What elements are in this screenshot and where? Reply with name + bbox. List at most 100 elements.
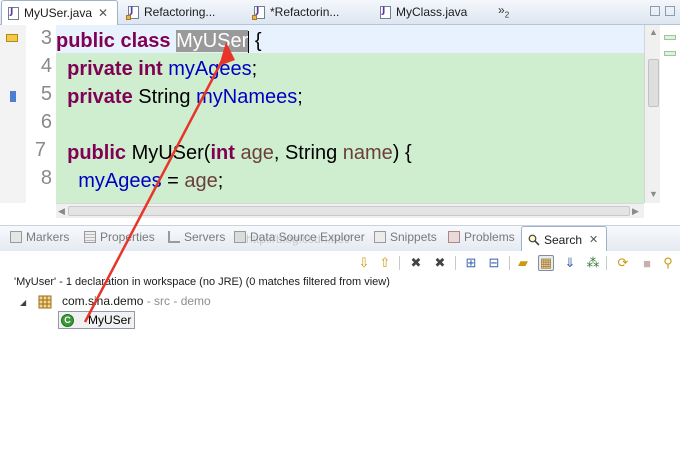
parameter-name: age bbox=[184, 170, 218, 192]
scroll-up-icon[interactable]: ▲ bbox=[649, 27, 658, 37]
code-text: ) { bbox=[392, 142, 412, 164]
editor-tab-refactoring-2[interactable]: *Refactorin... bbox=[248, 0, 368, 24]
parameter-name: age bbox=[240, 142, 274, 164]
current-position-icon bbox=[6, 34, 18, 42]
code-text: { bbox=[249, 30, 262, 52]
remove-all-button[interactable]: ✖ bbox=[432, 255, 448, 271]
toolbar-separator bbox=[455, 256, 456, 270]
properties-icon bbox=[84, 231, 96, 243]
scroll-down-icon[interactable]: ▼ bbox=[649, 189, 658, 199]
code-area[interactable]: public class MyUSer { private int myAgee… bbox=[56, 25, 644, 203]
editor-tab-bar: MyUSer.java ✕ Refactoring... *Refactorin… bbox=[0, 0, 680, 25]
editor-tab-label: MyUSer.java bbox=[24, 6, 93, 20]
occurrence-marker[interactable] bbox=[664, 35, 676, 40]
tab-label: Problems bbox=[464, 230, 515, 244]
remove-all-icon: ✖ bbox=[434, 255, 446, 270]
search-summary: 'MyUser' - 1 declaration in workspace (n… bbox=[14, 276, 390, 288]
remove-selected-button[interactable]: ✖ bbox=[408, 255, 424, 271]
editor-tab-label: *Refactorin... bbox=[270, 5, 340, 19]
package-node[interactable]: com.sina.demo - src - demo bbox=[62, 294, 211, 308]
tab-problems[interactable]: Problems bbox=[448, 230, 515, 244]
overview-ruler bbox=[660, 25, 680, 203]
java-file-icon bbox=[252, 5, 265, 20]
editor-tab-refactoring-1[interactable]: Refactoring... bbox=[122, 0, 242, 24]
search-toolbar: ⇩ ⇧ ✖ ✖ ⊞ ⊟ ▰ ▦ ⇓ ⁂ ⟳ ■ ⚲ bbox=[0, 251, 680, 275]
tree-grid-icon: ▦ bbox=[539, 255, 553, 270]
close-icon[interactable]: ✕ bbox=[589, 233, 598, 246]
line-number-ruler: 3 4 5 6 7 8 ⊖ bbox=[26, 25, 77, 203]
collapse-all-icon: ⊟ bbox=[488, 255, 500, 270]
expand-all-button[interactable]: ⊞ bbox=[463, 255, 479, 271]
cancel-search-button[interactable]: ■ bbox=[639, 255, 655, 271]
tab-label: Servers bbox=[184, 230, 226, 244]
package-icon bbox=[38, 295, 52, 309]
parameter-name: name bbox=[342, 142, 393, 164]
overflow-count: 2 bbox=[504, 10, 510, 20]
code-editor[interactable]: 3 4 5 6 7 8 ⊖ public class MyUSer { priv… bbox=[0, 25, 680, 218]
tree-expanded-icon[interactable]: ◢ bbox=[20, 298, 26, 307]
editor-tab-myclass[interactable]: MyClass.java bbox=[374, 0, 484, 24]
open-search-button[interactable]: ▰ bbox=[515, 255, 531, 271]
package-location: - src - demo bbox=[143, 294, 211, 308]
tab-snippets[interactable]: Snippets bbox=[374, 230, 437, 244]
line-number: 5 bbox=[40, 83, 52, 105]
toolbar-separator bbox=[606, 256, 607, 270]
sort-button[interactable]: ⇓ bbox=[562, 255, 578, 271]
tab-overflow-button[interactable]: »2 bbox=[498, 3, 509, 19]
remove-icon: ✖ bbox=[410, 255, 422, 270]
tab-markers[interactable]: Markers bbox=[10, 230, 69, 244]
type-name: String bbox=[138, 86, 191, 108]
code-text: , String bbox=[273, 142, 343, 164]
next-match-button[interactable]: ⇩ bbox=[356, 255, 372, 271]
toolbar-separator bbox=[509, 256, 510, 270]
tab-label: Markers bbox=[26, 230, 70, 244]
search-results-tree[interactable]: ◢ com.sina.demo - src - demo C MyUSer bbox=[0, 292, 680, 450]
maximize-button[interactable] bbox=[665, 6, 675, 16]
field-name: myAgees bbox=[168, 58, 252, 80]
collapse-all-button[interactable]: ⊟ bbox=[486, 255, 502, 271]
tab-label: Properties bbox=[100, 230, 155, 244]
constructor-name: MyUSer( bbox=[131, 142, 211, 164]
stop-icon: ■ bbox=[643, 255, 651, 271]
expand-all-icon: ⊞ bbox=[465, 255, 477, 270]
pin-view-button[interactable]: ⚲ bbox=[660, 255, 676, 271]
field-name: myAgees bbox=[78, 170, 162, 192]
show-as-tree-button[interactable]: ▦ bbox=[538, 255, 554, 271]
sort-icon: ⇓ bbox=[564, 255, 576, 270]
close-icon[interactable]: ✕ bbox=[98, 6, 108, 20]
occurrence-marker[interactable] bbox=[664, 51, 676, 56]
result-type-node[interactable]: C MyUSer bbox=[58, 311, 136, 329]
keyword: private bbox=[67, 86, 133, 108]
code-line-7: public MyUSer(int age, String name) { bbox=[56, 139, 412, 167]
chevron-double-right-icon: » bbox=[498, 3, 505, 17]
line-number: 6 bbox=[40, 111, 52, 133]
line-number: 7 bbox=[34, 139, 46, 161]
scroll-thumb[interactable] bbox=[648, 59, 659, 107]
tab-servers[interactable]: Servers bbox=[168, 230, 225, 244]
search-icon bbox=[528, 234, 540, 246]
tab-properties[interactable]: Properties bbox=[84, 230, 155, 244]
selected-text[interactable]: MyUSer bbox=[176, 30, 249, 52]
refresh-icon: ⟳ bbox=[617, 255, 629, 270]
group-by-button[interactable]: ⁂ bbox=[585, 255, 601, 271]
minimize-button[interactable] bbox=[650, 6, 660, 16]
java-file-icon bbox=[8, 6, 19, 20]
editor-tab-label: MyClass.java bbox=[396, 5, 468, 19]
line-number: 8 bbox=[40, 167, 52, 189]
code-line-3: public class MyUSer { bbox=[56, 27, 262, 55]
editor-tab-myuser[interactable]: MyUSer.java ✕ bbox=[1, 0, 118, 25]
scroll-thumb[interactable] bbox=[68, 206, 630, 216]
tab-label: Search bbox=[544, 232, 583, 247]
code-text: ; bbox=[297, 86, 303, 108]
horizontal-scrollbar[interactable]: ◀ ▶ bbox=[56, 203, 644, 218]
scroll-left-icon[interactable]: ◀ bbox=[58, 206, 65, 217]
tab-search[interactable]: Search ✕ bbox=[521, 226, 608, 252]
previous-match-button[interactable]: ⇧ bbox=[377, 255, 393, 271]
refresh-button[interactable]: ⟳ bbox=[615, 255, 631, 271]
scroll-right-icon[interactable]: ▶ bbox=[632, 206, 639, 217]
annotation-ruler bbox=[0, 25, 26, 203]
vertical-scrollbar[interactable]: ▲ ▼ bbox=[644, 25, 661, 203]
code-line-4: private int myAgees; bbox=[56, 55, 257, 83]
arrow-up-icon: ⇧ bbox=[379, 255, 391, 270]
pin-icon: ⚲ bbox=[663, 255, 673, 270]
